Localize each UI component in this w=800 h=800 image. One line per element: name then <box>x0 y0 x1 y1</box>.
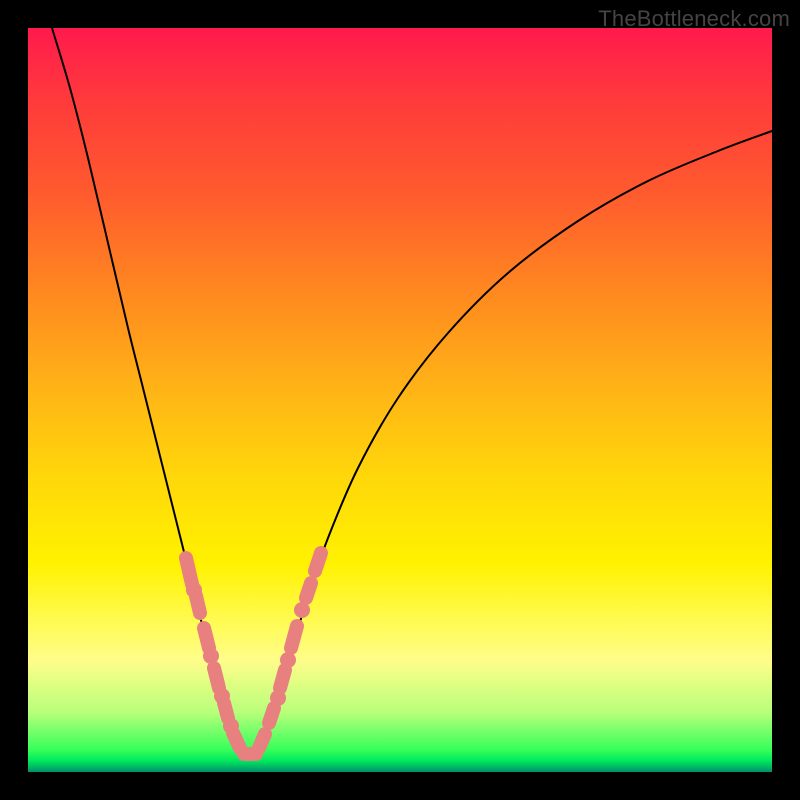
highlight-dot <box>280 652 296 668</box>
left-curve-path <box>52 28 250 756</box>
highlight-seg <box>269 708 274 723</box>
highlight-seg <box>315 553 321 571</box>
highlight-seg <box>214 668 219 688</box>
chart-plot-area <box>28 28 772 772</box>
highlight-dot <box>203 648 219 664</box>
highlight-seg <box>259 734 265 748</box>
highlight-seg <box>196 596 200 613</box>
highlight-seg <box>280 670 285 688</box>
highlight-seg <box>291 626 297 648</box>
highlight-dot <box>294 602 310 618</box>
chart-svg <box>28 28 772 772</box>
highlight-seg <box>224 703 228 718</box>
highlight-dot <box>223 718 239 734</box>
highlight-dot <box>270 690 286 706</box>
highlight-dot <box>186 582 202 598</box>
watermark-text: TheBottleneck.com <box>598 6 790 32</box>
highlight-seg <box>186 558 192 584</box>
highlight-dot <box>214 688 230 704</box>
highlight-seg <box>204 628 209 648</box>
highlight-seg <box>233 733 240 748</box>
right-curve-path <box>250 131 772 756</box>
highlight-seg <box>306 583 311 598</box>
